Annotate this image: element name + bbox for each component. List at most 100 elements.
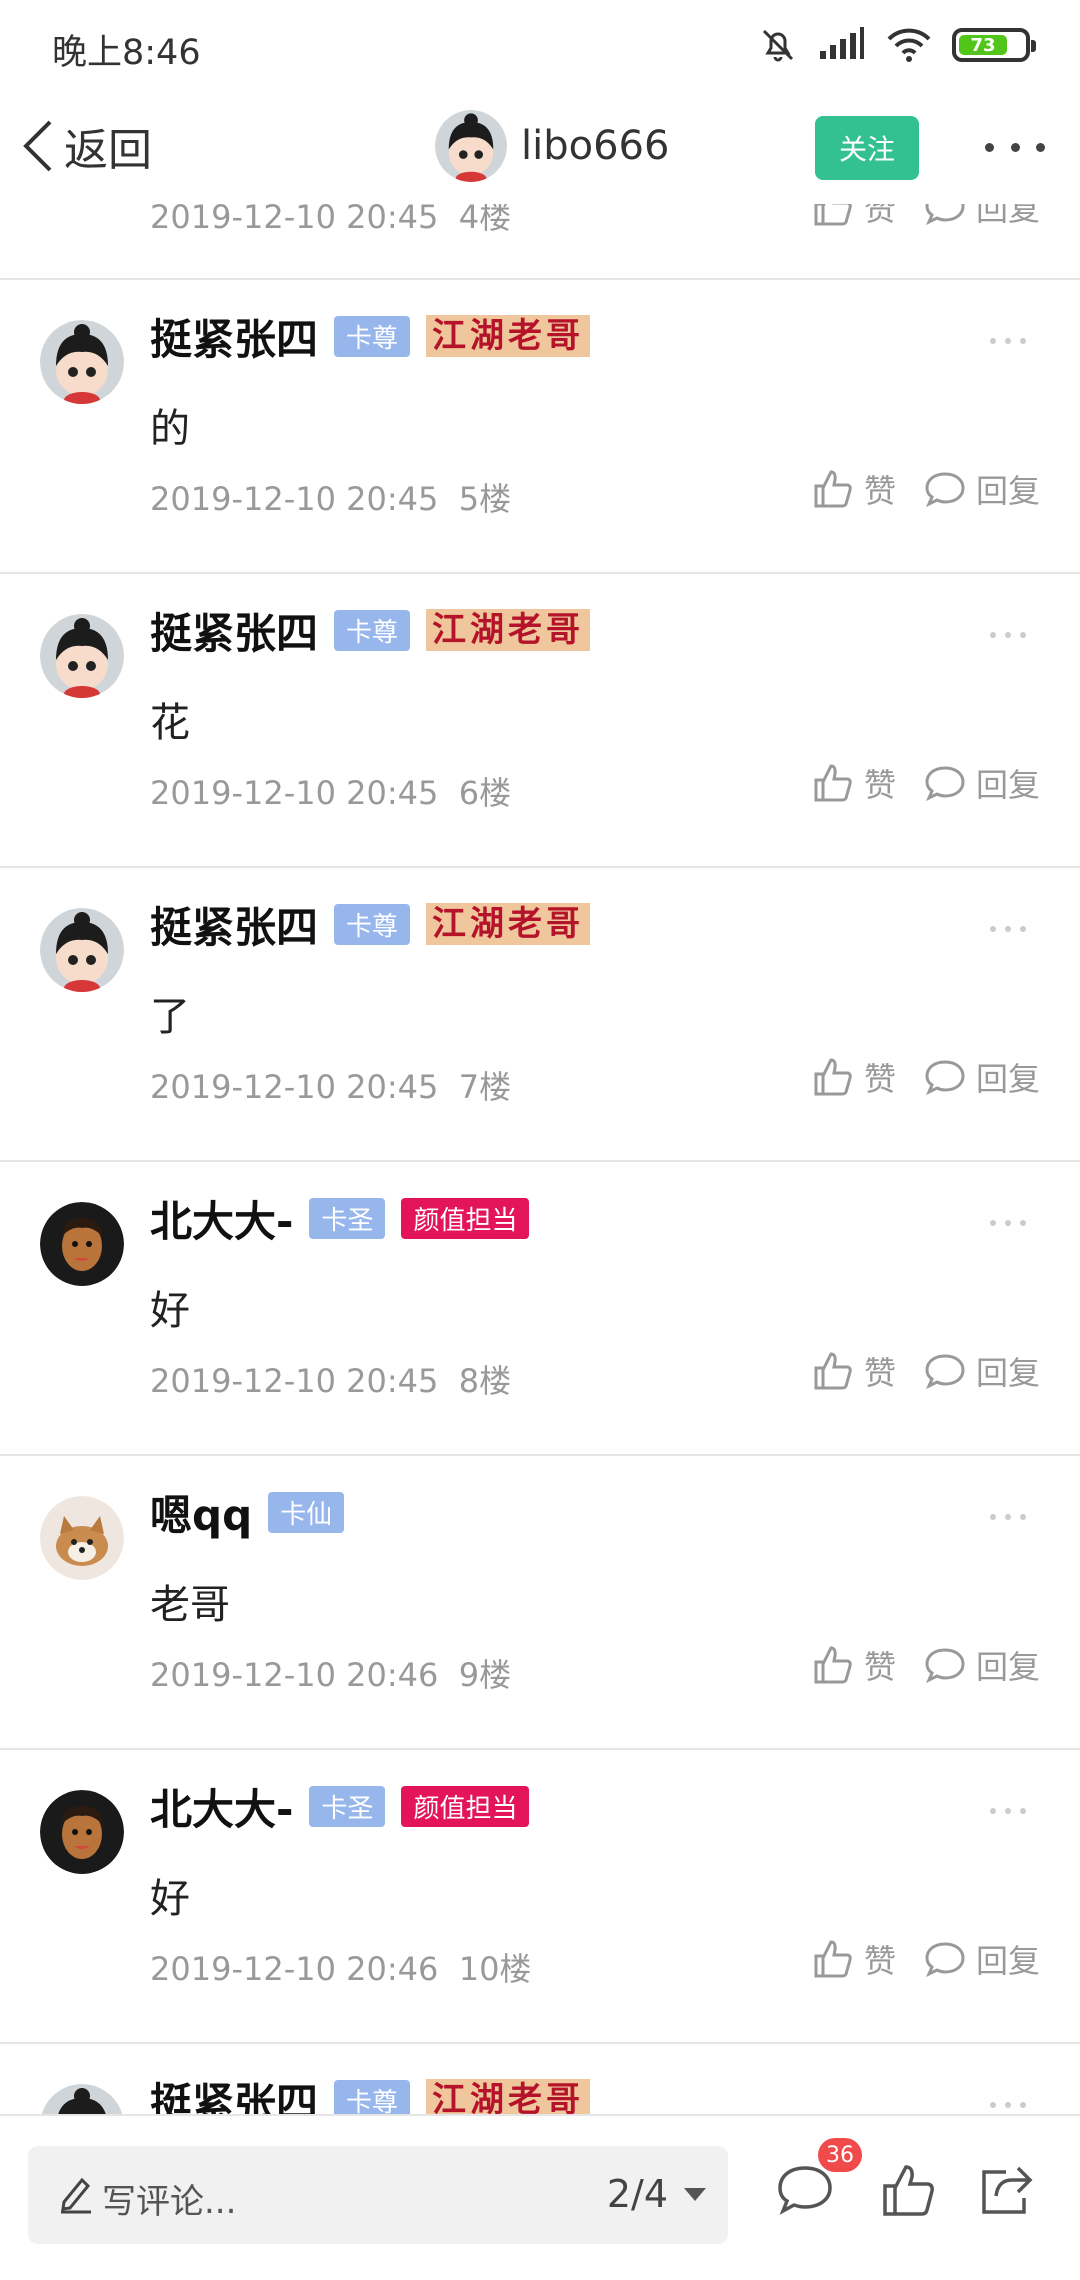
level-badge: 卡尊 (334, 2079, 411, 2114)
comment-floor: 10楼 (458, 1950, 532, 1988)
comment-bubble-icon (925, 204, 965, 226)
username[interactable]: 挺紧张四 (150, 2070, 318, 2115)
comment-more-icon[interactable] (990, 1220, 1026, 1226)
user-avatar[interactable] (40, 1202, 124, 1286)
comment-bubble-icon (925, 1354, 965, 1390)
like-button[interactable]: 赞 (812, 1348, 896, 1394)
comment-more-icon[interactable] (990, 632, 1026, 638)
reply-label: 回复 (975, 1354, 1040, 1392)
share-icon[interactable] (978, 2162, 1034, 2218)
title-badge: 江湖老哥 (426, 903, 591, 945)
comment-count-badge: 36 (818, 2138, 862, 2172)
thumb-up-icon[interactable] (880, 2162, 936, 2218)
wifi-icon (887, 28, 931, 62)
level-badge: 卡尊 (334, 903, 411, 945)
user-avatar[interactable] (40, 614, 124, 698)
comment-bubble-icon (925, 766, 965, 802)
level-badge: 卡仙 (268, 1491, 345, 1533)
reply-button[interactable]: 回复 (924, 1348, 1040, 1394)
comment-meta: 2019-12-10 20:45 6楼 (150, 768, 511, 814)
comment-item: 挺紧张四 卡尊 江湖老哥 的 2019-12-10 20:45 5楼 赞 回复 (0, 280, 1080, 574)
author-avatar (435, 110, 507, 182)
author-name: libo666 (521, 123, 670, 169)
comment-timestamp: 2019-12-10 20:45 (150, 204, 439, 236)
comment-text: 的 (150, 406, 190, 452)
back-button[interactable]: 返回 (20, 116, 152, 176)
username[interactable]: 挺紧张四 (150, 306, 318, 367)
comment-item: 挺紧张四 卡尊 江湖老哥 (0, 2044, 1080, 2114)
reply-label: 回复 (975, 472, 1040, 510)
signal-icon (820, 27, 864, 59)
comment-text: 花 (150, 700, 190, 746)
comment-placeholder: 写评论... (102, 2182, 237, 2222)
user-avatar[interactable] (40, 1790, 124, 1874)
comment-actions: 赞 回复 (812, 760, 1040, 806)
username[interactable]: 嗯qq (150, 1482, 252, 1543)
comment-bubble-icon (925, 1060, 965, 1096)
level-badge: 卡尊 (334, 609, 411, 651)
reply-button[interactable]: 回复 (924, 466, 1040, 512)
thumb-up-icon (814, 1940, 852, 1978)
reply-button[interactable]: 回复 (924, 1936, 1040, 1982)
status-bar: 晚上8:46 73 (0, 0, 1080, 92)
comment-actions: 赞 回复 (812, 1642, 1040, 1688)
like-label: 赞 (863, 1354, 896, 1392)
title-badge: 江湖老哥 (426, 315, 591, 357)
thumb-up-icon (814, 1352, 852, 1390)
comments-icon[interactable] (776, 2162, 834, 2216)
comment-meta: 2019-12-10 20:45 4楼 (150, 204, 511, 238)
comment-more-icon[interactable] (990, 2102, 1026, 2108)
like-button[interactable]: 赞 (812, 760, 896, 806)
username[interactable]: 挺紧张四 (150, 894, 318, 955)
title-badge: 颜值担当 (401, 1785, 530, 1827)
comment-bubble-icon (925, 472, 965, 508)
reply-button[interactable]: 回复 (924, 760, 1040, 806)
mute-bell-icon (762, 29, 794, 62)
username[interactable]: 北大大- (150, 1776, 293, 1837)
comment-input[interactable]: 写评论... 2/4 (28, 2146, 728, 2244)
comment-bubble-icon (925, 1942, 965, 1978)
follow-button[interactable]: 关注 (815, 116, 919, 180)
level-badge: 卡圣 (309, 1197, 386, 1239)
comment-meta: 2019-12-10 20:45 7楼 (150, 1062, 511, 1108)
comment-more-icon[interactable] (990, 926, 1026, 932)
thumb-up-icon (814, 764, 852, 802)
comment-list[interactable]: 2019-12-10 20:45 4楼 赞 回复 挺紧张四 卡尊 江湖老哥 的 … (0, 204, 1080, 2114)
like-button[interactable]: 赞 (812, 204, 896, 230)
comment-timestamp: 2019-12-10 20:46 (150, 1656, 439, 1694)
comment-actions: 赞 回复 (812, 1054, 1040, 1100)
comment-actions: 赞 回复 (812, 1348, 1040, 1394)
reply-button[interactable]: 回复 (924, 204, 1040, 230)
comment-item: 北大大- 卡圣 颜值担当 好 2019-12-10 20:46 10楼 赞 回复 (0, 1750, 1080, 2044)
user-avatar[interactable] (40, 2084, 124, 2114)
top-nav-bar: 返回 libo666 关注 (0, 92, 1080, 204)
comment-floor: 6楼 (458, 774, 512, 812)
comment-actions: 赞 回复 (812, 1936, 1040, 1982)
user-avatar[interactable] (40, 320, 124, 404)
reply-button[interactable]: 回复 (924, 1642, 1040, 1688)
username[interactable]: 挺紧张四 (150, 600, 318, 661)
page-indicator[interactable]: 2/4 (607, 2172, 668, 2216)
status-time: 晚上8:46 (52, 33, 201, 73)
username[interactable]: 北大大- (150, 1188, 293, 1249)
like-button[interactable]: 赞 (812, 1936, 896, 1982)
level-badge: 卡尊 (334, 315, 411, 357)
pencil-icon (61, 2177, 91, 2214)
author-info[interactable]: libo666 (435, 110, 669, 182)
comment-more-icon[interactable] (990, 1514, 1026, 1520)
comment-more-icon[interactable] (990, 338, 1026, 344)
comment-more-icon[interactable] (990, 1808, 1026, 1814)
like-label: 赞 (863, 204, 896, 228)
reply-button[interactable]: 回复 (924, 1054, 1040, 1100)
like-button[interactable]: 赞 (812, 466, 896, 512)
like-button[interactable]: 赞 (812, 1642, 896, 1688)
caret-down-icon[interactable] (684, 2188, 706, 2201)
more-options-icon[interactable] (985, 132, 1045, 162)
title-badge: 江湖老哥 (426, 2079, 591, 2114)
comment-timestamp: 2019-12-10 20:45 (150, 1068, 439, 1106)
comment-timestamp: 2019-12-10 20:45 (150, 1362, 439, 1400)
user-avatar[interactable] (40, 1496, 124, 1580)
comment-actions: 赞 回复 (812, 466, 1040, 512)
user-avatar[interactable] (40, 908, 124, 992)
like-button[interactable]: 赞 (812, 1054, 896, 1100)
